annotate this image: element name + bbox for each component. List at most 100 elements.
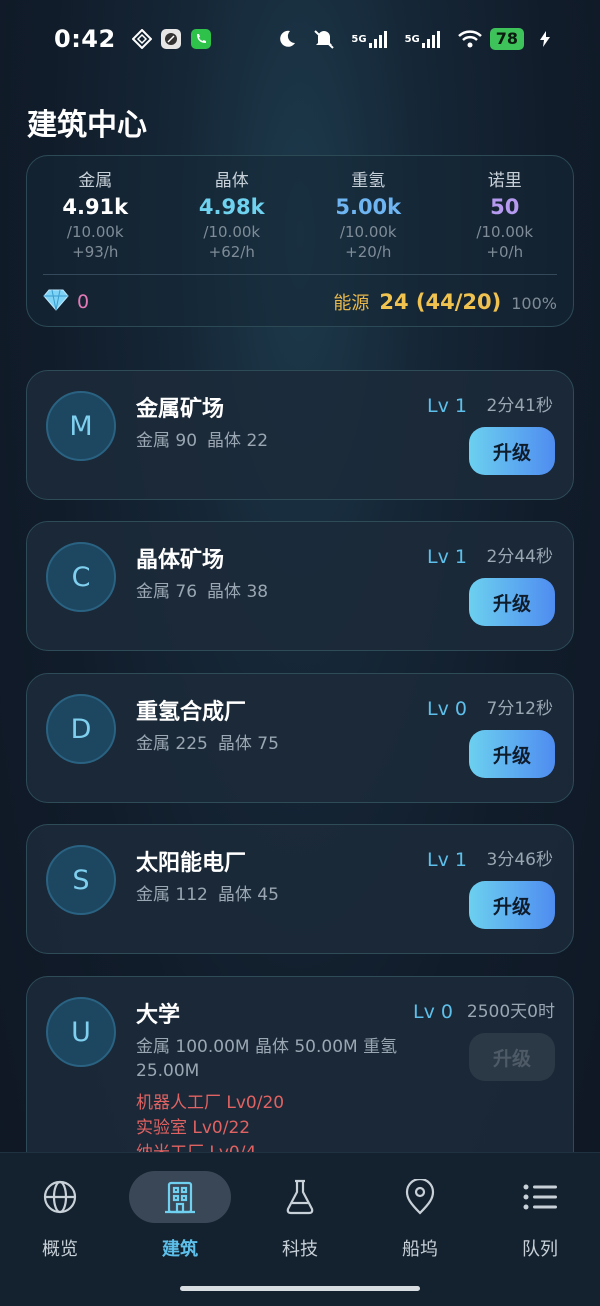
phone-call-icon xyxy=(190,28,212,50)
resource-rate: +0/h xyxy=(486,243,524,261)
bottom-nav: 概览 建筑 科技 船坞 队列 xyxy=(0,1152,600,1306)
page-title: 建筑中心 xyxy=(27,108,147,143)
upgrade-button[interactable]: 升级 xyxy=(469,578,555,626)
building-level: Lv 1 xyxy=(427,546,467,568)
resource-value: 5.00k xyxy=(335,195,402,219)
resource-rate: +62/h xyxy=(208,243,255,261)
cost-crystal: 晶体 75 xyxy=(217,734,279,754)
build-time: 2分44秒 xyxy=(486,547,553,567)
building-card-university: U 大学 金属 100.00M 晶体 50.00M 重氢 25.00M Lv 0… xyxy=(26,976,574,1176)
resource-footer: 0 能源 24 (44/20) 100% xyxy=(43,284,557,320)
energy-label: 能源 xyxy=(333,293,370,314)
vpn-diamond-icon xyxy=(131,29,152,49)
resource-name: 金属 xyxy=(78,171,113,191)
wifi-icon xyxy=(457,30,482,48)
globe-icon xyxy=(9,1171,111,1223)
resource-capacity: /10.00k xyxy=(66,223,124,241)
cost-line: 金属 100.00M 晶体 50.00M 重氢 xyxy=(136,1037,398,1057)
nav-label: 队列 xyxy=(522,1239,558,1260)
building-card-crystal-mine: C 晶体矿场 金属 76 晶体 38 Lv 1 2分44秒 升级 xyxy=(26,521,574,651)
resource-capacity: /10.00k xyxy=(476,223,534,241)
signal-5g-icon-1: 5G xyxy=(351,30,388,48)
cost-crystal: 晶体 45 xyxy=(217,885,279,905)
resource-name: 诺里 xyxy=(487,171,522,191)
building-avatar: S xyxy=(46,845,116,915)
building-avatar: D xyxy=(46,694,116,764)
resource-capacity: /10.00k xyxy=(339,223,397,241)
diamond-icon xyxy=(43,289,69,315)
resource-nori: 诺里 50 /10.00k +0/h xyxy=(437,170,574,262)
building-cost: 金属 225 晶体 75 xyxy=(136,732,436,756)
upgrade-button[interactable]: 升级 xyxy=(469,881,555,929)
app-compass-icon xyxy=(160,28,182,50)
cost-line: 25.00M xyxy=(136,1061,200,1081)
charging-bolt-icon xyxy=(540,31,550,47)
nav-label: 概览 xyxy=(42,1239,78,1260)
resource-panel: 金属 4.91k /10.00k +93/h 晶体 4.98k /10.00k … xyxy=(26,155,574,327)
status-bar: 0:42 5G 5G 78 xyxy=(0,0,600,78)
building-name: 晶体矿场 xyxy=(136,548,225,573)
energy-percent: 100% xyxy=(511,294,557,313)
building-name: 大学 xyxy=(136,1003,181,1028)
requirement-item: 实验室 Lv0/22 xyxy=(136,1118,251,1138)
cost-metal: 金属 112 xyxy=(136,885,208,905)
build-time: 7分12秒 xyxy=(486,699,553,719)
moon-icon xyxy=(277,29,297,49)
upgrade-button[interactable]: 升级 xyxy=(469,427,555,475)
resource-name: 晶体 xyxy=(214,171,249,191)
building-name: 重氢合成厂 xyxy=(136,700,247,725)
resource-rate: +20/h xyxy=(345,243,392,261)
building-cost: 金属 90 晶体 22 xyxy=(136,429,436,453)
building-card-metal-mine: M 金属矿场 金属 90 晶体 22 Lv 1 2分41秒 升级 xyxy=(26,370,574,500)
building-avatar: U xyxy=(46,997,116,1067)
building-level: Lv 1 xyxy=(427,395,467,417)
resource-value: 50 xyxy=(490,195,520,219)
resource-metal: 金属 4.91k /10.00k +93/h xyxy=(27,170,164,262)
cost-metal: 金属 76 xyxy=(136,582,198,602)
resource-capacity: /10.00k xyxy=(203,223,261,241)
home-indicator[interactable] xyxy=(180,1286,420,1291)
energy-value: 24 (44/20) xyxy=(379,290,502,314)
nav-label: 船坞 xyxy=(402,1239,438,1260)
dark-matter-count: 0 xyxy=(77,291,90,313)
building-cost: 金属 112 晶体 45 xyxy=(136,883,436,907)
cost-metal: 金属 225 xyxy=(136,734,208,754)
resource-divider xyxy=(43,274,557,275)
cost-metal: 金属 90 xyxy=(136,431,198,451)
building-name: 金属矿场 xyxy=(136,397,225,422)
nav-item-overview[interactable]: 概览 xyxy=(0,1171,120,1306)
resource-deuterium: 重氢 5.00k /10.00k +20/h xyxy=(300,170,437,262)
building-card-solar-plant: S 太阳能电厂 金属 112 晶体 45 Lv 1 3分46秒 升级 xyxy=(26,824,574,954)
resource-value: 4.98k xyxy=(198,195,265,219)
resource-value: 4.91k xyxy=(62,195,129,219)
nav-label: 科技 xyxy=(282,1239,318,1260)
upgrade-button[interactable]: 升级 xyxy=(469,730,555,778)
nav-label: 建筑 xyxy=(162,1239,198,1260)
building-level: Lv 0 xyxy=(413,1001,453,1023)
building-level: Lv 1 xyxy=(427,849,467,871)
resource-rate: +93/h xyxy=(72,243,119,261)
resource-crystal: 晶体 4.98k /10.00k +62/h xyxy=(164,170,301,262)
building-icon xyxy=(129,1171,231,1223)
status-time: 0:42 xyxy=(54,25,116,53)
building-cost: 金属 100.00M 晶体 50.00M 重氢 25.00M xyxy=(136,1035,436,1083)
cost-crystal: 晶体 22 xyxy=(207,431,269,451)
mute-bell-icon xyxy=(313,28,335,50)
list-icon xyxy=(489,1171,591,1223)
building-card-deuterium-synthesizer: D 重氢合成厂 金属 225 晶体 75 Lv 0 7分12秒 升级 xyxy=(26,673,574,803)
building-cost: 金属 76 晶体 38 xyxy=(136,580,436,604)
build-time: 3分46秒 xyxy=(486,850,553,870)
resource-name: 重氢 xyxy=(351,171,386,191)
upgrade-button-disabled[interactable]: 升级 xyxy=(469,1033,555,1081)
signal-5g-icon-2: 5G xyxy=(405,30,442,48)
flask-icon xyxy=(249,1171,351,1223)
cost-crystal: 晶体 38 xyxy=(207,582,269,602)
build-time: 2500天0时 xyxy=(466,1002,555,1022)
building-avatar: C xyxy=(46,542,116,612)
nav-item-queue[interactable]: 队列 xyxy=(480,1171,600,1306)
building-avatar: M xyxy=(46,391,116,461)
building-name: 太阳能电厂 xyxy=(136,851,247,876)
location-pin-icon xyxy=(369,1171,471,1223)
building-level: Lv 0 xyxy=(427,698,467,720)
requirement-item: 机器人工厂 Lv0/20 xyxy=(136,1093,285,1113)
